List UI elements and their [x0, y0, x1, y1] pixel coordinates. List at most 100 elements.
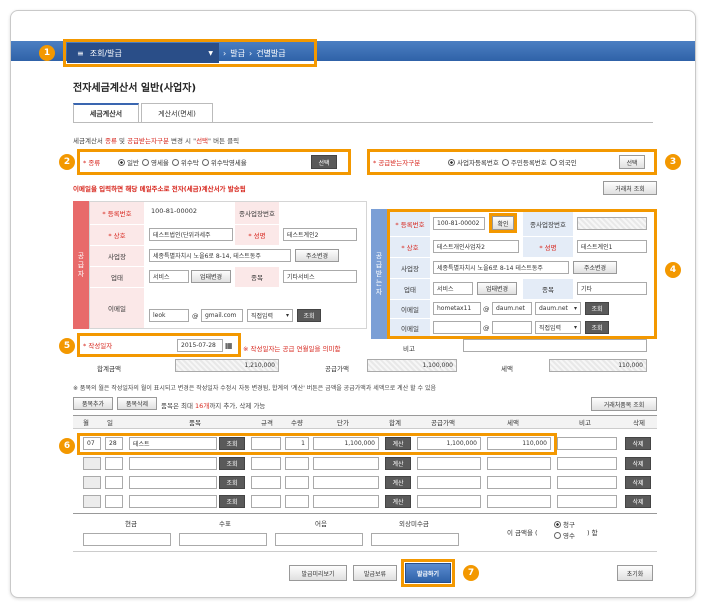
kind-select-button[interactable]: 선택: [311, 155, 337, 169]
row2-price-input[interactable]: [313, 457, 379, 470]
row3-item-lookup-button[interactable]: 조회: [219, 476, 245, 489]
row3-day-input[interactable]: [105, 476, 123, 489]
row4-delete-button[interactable]: 삭제: [625, 495, 651, 508]
reset-button[interactable]: 초기화: [617, 565, 653, 581]
row3-delete-button[interactable]: 삭제: [625, 476, 651, 489]
breadcrumb-issue[interactable]: › 발급: [223, 43, 245, 63]
supplier-biz-change-button[interactable]: 업태변경: [191, 270, 231, 283]
row1-supply-input[interactable]: 1,100,000: [417, 437, 481, 450]
menu-dropdown[interactable]: ≡ 조회/발급 ▼: [67, 43, 219, 63]
radio-claim[interactable]: 청구: [551, 519, 575, 529]
item-lookup-button[interactable]: 거래처품목 조회: [591, 397, 657, 411]
row2-item-input[interactable]: [129, 457, 217, 470]
row1-price-input[interactable]: 1,100,000: [313, 437, 379, 450]
row3-calc-button[interactable]: 계산: [385, 476, 411, 489]
recipient-email2-lookup-button[interactable]: 조회: [585, 321, 609, 334]
issue-button[interactable]: 발급하기: [405, 563, 451, 583]
row4-memo-input[interactable]: [557, 495, 617, 508]
recipient-item-input[interactable]: 기타: [577, 282, 647, 295]
radio-kind-general[interactable]: [118, 158, 125, 166]
recipient-branch-input[interactable]: [577, 217, 647, 230]
row2-delete-button[interactable]: 삭제: [625, 457, 651, 470]
row1-tax-input[interactable]: 110,000: [487, 437, 551, 450]
buyer-lookup-button[interactable]: 거래처 조회: [603, 181, 657, 195]
recipient-email2-select[interactable]: 직접입력 ▾: [535, 321, 581, 334]
row2-day-input[interactable]: [105, 457, 123, 470]
row1-qty-input[interactable]: 1: [285, 437, 309, 450]
recipient-addr-change-button[interactable]: 주소변경: [573, 261, 617, 274]
row1-calc-button[interactable]: 계산: [385, 437, 411, 450]
supplier-addr-input[interactable]: 세종특별자치시 노을6로 8-14, 테스트동주: [149, 249, 291, 262]
item-add-button[interactable]: 품목추가: [73, 397, 113, 410]
row2-spec-input[interactable]: [251, 457, 281, 470]
recipient-ceo-input[interactable]: 테스트계인1: [577, 240, 647, 253]
row4-month-input[interactable]: [83, 495, 101, 508]
tab-invoice-exempt[interactable]: 계산서(면세): [141, 103, 213, 123]
supplier-item-input[interactable]: 기타서비스: [283, 270, 357, 283]
recipient-email2-domain-input[interactable]: [492, 321, 532, 334]
row3-month-input[interactable]: [83, 476, 101, 489]
breadcrumb-single-issue[interactable]: › 건별발급: [249, 43, 286, 63]
recipient-reg-no-input[interactable]: 100-81-00002: [433, 217, 485, 230]
row1-item-input[interactable]: 테스트: [129, 437, 217, 450]
row3-memo-input[interactable]: [557, 476, 617, 489]
payment-note-input[interactable]: [275, 533, 363, 546]
supplier-email-id-input[interactable]: leok: [149, 309, 189, 322]
supplier-name-input[interactable]: 테스트법인(단위과세주: [149, 228, 233, 241]
supplier-email-domain-input[interactable]: gmail.com: [201, 309, 243, 322]
row4-day-input[interactable]: [105, 495, 123, 508]
payment-cash-input[interactable]: [83, 533, 171, 546]
row1-month-input[interactable]: 07: [83, 437, 101, 450]
radio-recipient-business[interactable]: [448, 158, 455, 166]
recipient-type-select-button[interactable]: 선택: [619, 155, 645, 169]
row3-qty-input[interactable]: [285, 476, 309, 489]
radio-kind-consign-zero[interactable]: [201, 158, 209, 166]
recipient-biz-change-button[interactable]: 업태변경: [477, 282, 517, 295]
supplier-addr-change-button[interactable]: 주소변경: [295, 249, 339, 262]
memo-input[interactable]: [463, 339, 647, 352]
row3-supply-input[interactable]: [417, 476, 481, 489]
item-delete-button[interactable]: 품목삭제: [117, 397, 157, 410]
recipient-email1-domain-input[interactable]: daum.net: [492, 302, 532, 315]
row2-qty-input[interactable]: [285, 457, 309, 470]
recipient-email2-id-input[interactable]: [433, 321, 481, 334]
calendar-icon[interactable]: ▦: [225, 339, 233, 352]
row2-tax-input[interactable]: [487, 457, 551, 470]
tab-tax-invoice[interactable]: 세금계산서: [73, 103, 139, 123]
row2-memo-input[interactable]: [557, 457, 617, 470]
radio-recipient-resident[interactable]: [501, 158, 509, 166]
recipient-email1-id-input[interactable]: hometax11: [433, 302, 481, 315]
row1-spec-input[interactable]: [251, 437, 281, 450]
radio-kind-consign[interactable]: [171, 158, 179, 166]
row4-tax-input[interactable]: [487, 495, 551, 508]
recipient-biz-input[interactable]: 서비스: [433, 282, 473, 295]
supplier-email-select[interactable]: 직접입력 ▾: [247, 309, 293, 322]
write-date-input[interactable]: 2015-07-28: [177, 339, 223, 352]
recipient-email1-select[interactable]: daum.net ▾: [535, 302, 581, 315]
row2-calc-button[interactable]: 계산: [385, 457, 411, 470]
radio-receipt[interactable]: 영수: [551, 530, 575, 540]
row1-item-lookup-button[interactable]: 조회: [219, 437, 245, 450]
recipient-confirm-button[interactable]: 확인: [492, 216, 514, 230]
supplier-email-lookup-button[interactable]: 조회: [297, 309, 321, 322]
row4-item-input[interactable]: [129, 495, 217, 508]
row3-spec-input[interactable]: [251, 476, 281, 489]
row4-spec-input[interactable]: [251, 495, 281, 508]
row3-price-input[interactable]: [313, 476, 379, 489]
row4-calc-button[interactable]: 계산: [385, 495, 411, 508]
payment-check-input[interactable]: [179, 533, 267, 546]
payment-credit-input[interactable]: [371, 533, 459, 546]
radio-kind-zero-rate[interactable]: [141, 158, 149, 166]
recipient-email1-lookup-button[interactable]: 조회: [585, 302, 609, 315]
row4-item-lookup-button[interactable]: 조회: [219, 495, 245, 508]
row4-price-input[interactable]: [313, 495, 379, 508]
row1-day-input[interactable]: 28: [105, 437, 123, 450]
row2-item-lookup-button[interactable]: 조회: [219, 457, 245, 470]
row1-memo-input[interactable]: [557, 437, 617, 450]
row2-supply-input[interactable]: [417, 457, 481, 470]
row4-qty-input[interactable]: [285, 495, 309, 508]
supplier-ceo-input[interactable]: 테스트계인2: [283, 228, 357, 241]
row4-supply-input[interactable]: [417, 495, 481, 508]
row1-delete-button[interactable]: 삭제: [625, 437, 651, 450]
row3-item-input[interactable]: [129, 476, 217, 489]
